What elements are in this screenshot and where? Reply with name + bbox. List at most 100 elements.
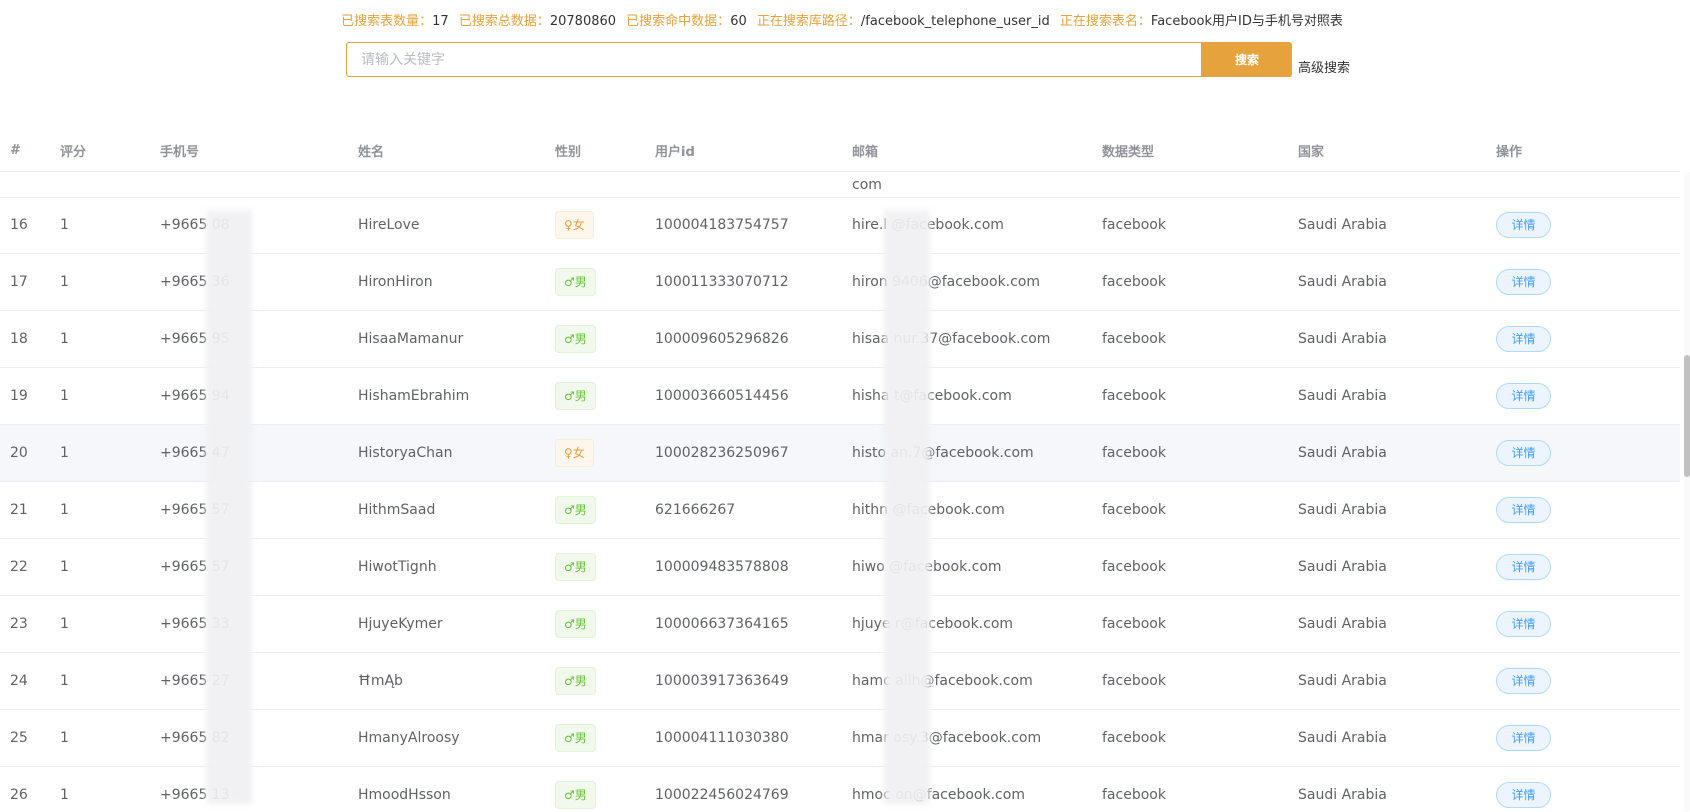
detail-button[interactable]: 详情	[1496, 668, 1551, 694]
table-row: 17 1 +9665 36 HironHiron ♂男 100011333070712 hi…	[0, 254, 1680, 311]
email-cell: hamc allh@facebook.com	[852, 673, 1033, 689]
scrollbar-thumb[interactable]	[1684, 355, 1690, 477]
table-name-value: Facebook用户ID与手机号对照表	[1150, 14, 1343, 29]
email-cell: hiron 9406@facebook.com	[852, 274, 1041, 290]
name-cell: HithmSaad	[358, 502, 436, 518]
email-cell: hisaa nur.37@facebook.com	[852, 331, 1051, 347]
gender-tag: ♂男	[555, 724, 596, 752]
gender-tag: ♂男	[555, 610, 596, 638]
detail-button[interactable]: 详情	[1496, 497, 1551, 523]
gender-tag: ♂男	[555, 553, 596, 581]
table-row: 26 1 +9665 13 HmoodHsson ♂男 100022456024769 hm…	[0, 767, 1680, 812]
country-cell: Saudi Arabia	[1298, 331, 1387, 347]
email-cell: hmar osy.3@facebook.com	[852, 730, 1042, 746]
tables-count-value: 17	[432, 14, 449, 29]
name-cell: HireLove	[358, 217, 420, 233]
table-body: com 16 1 +9665 08 HireLove ♀女 100004183754757…	[0, 172, 1680, 812]
detail-button[interactable]: 详情	[1496, 326, 1551, 352]
col-header-index[interactable]: #	[10, 143, 21, 158]
datatype-cell: facebook	[1102, 502, 1166, 518]
name-cell: HisaaMamanur	[358, 331, 464, 347]
index-cell: 19	[10, 388, 28, 404]
search-input[interactable]	[346, 42, 1202, 77]
col-header-country[interactable]: 国家	[1298, 141, 1324, 160]
score-cell: 1	[60, 502, 69, 518]
country-cell: Saudi Arabia	[1298, 274, 1387, 290]
name-cell: HishamEbrahim	[358, 388, 470, 404]
score-cell: 1	[60, 388, 69, 404]
datatype-cell: facebook	[1102, 559, 1166, 575]
index-cell: 20	[10, 445, 28, 461]
detail-button[interactable]: 详情	[1496, 383, 1551, 409]
country-cell: Saudi Arabia	[1298, 217, 1387, 233]
country-cell: Saudi Arabia	[1298, 502, 1387, 518]
col-header-name[interactable]: 姓名	[358, 141, 384, 160]
email-cell: com	[852, 177, 882, 193]
name-cell: ĦmĄb	[358, 673, 403, 689]
table-row: 16 1 +9665 08 HireLove ♀女 100004183754757 hire…	[0, 197, 1680, 254]
hits-value: 60	[730, 14, 747, 29]
detail-button[interactable]: 详情	[1496, 611, 1551, 637]
name-cell: HmanyAlroosy	[358, 730, 460, 746]
col-header-action[interactable]: 操作	[1496, 141, 1522, 160]
userid-cell: 100009605296826	[655, 331, 789, 347]
index-cell: 26	[10, 787, 28, 803]
name-cell: HiwotTignh	[358, 559, 437, 575]
name-cell: HjuyeKymer	[358, 616, 443, 632]
index-cell: 23	[10, 616, 28, 632]
col-header-userid[interactable]: 用户id	[655, 141, 695, 160]
index-cell: 18	[10, 331, 28, 347]
col-header-gender[interactable]: 性别	[555, 141, 581, 160]
userid-cell: 100003917363649	[655, 673, 789, 689]
col-header-score[interactable]: 评分	[60, 141, 86, 160]
table-name-label: 正在搜索表名：	[1059, 14, 1151, 29]
email-cell: hjuye r@facebook.com	[852, 616, 1014, 632]
col-header-email[interactable]: 邮箱	[852, 141, 878, 160]
index-cell: 21	[10, 502, 28, 518]
detail-button[interactable]: 详情	[1496, 725, 1551, 751]
score-cell: 1	[60, 445, 69, 461]
score-cell: 1	[60, 673, 69, 689]
col-header-phone[interactable]: 手机号	[160, 141, 199, 160]
search-button[interactable]: 搜索	[1202, 42, 1292, 77]
detail-button[interactable]: 详情	[1496, 212, 1551, 238]
detail-button[interactable]: 详情	[1496, 269, 1551, 295]
country-cell: Saudi Arabia	[1298, 730, 1387, 746]
gender-tag: ♂男	[555, 325, 596, 353]
country-cell: Saudi Arabia	[1298, 673, 1387, 689]
gender-tag: ♂男	[555, 382, 596, 410]
score-cell: 1	[60, 730, 69, 746]
table-row: 21 1 +9665 57 HithmSaad ♂男 621666267 hithn @fa…	[0, 482, 1680, 539]
country-cell: Saudi Arabia	[1298, 787, 1387, 803]
detail-button[interactable]: 详情	[1496, 554, 1551, 580]
detail-button[interactable]: 详情	[1496, 440, 1551, 466]
tables-count-label: 已搜索表数量：	[341, 14, 433, 29]
userid-cell: 621666267	[655, 502, 736, 518]
detail-button[interactable]: 详情	[1496, 782, 1551, 808]
country-cell: Saudi Arabia	[1298, 559, 1387, 575]
gender-tag: ♂男	[555, 667, 596, 695]
userid-cell: 100011333070712	[655, 274, 789, 290]
email-cell: hisha t@facebook.com	[852, 388, 1012, 404]
table-header: # 评分 手机号 姓名 性别 用户id 邮箱 数据类型 国家 操作	[0, 130, 1680, 172]
datatype-cell: facebook	[1102, 673, 1166, 689]
datatype-cell: facebook	[1102, 217, 1166, 233]
col-header-datatype[interactable]: 数据类型	[1102, 141, 1154, 160]
index-cell: 17	[10, 274, 28, 290]
userid-cell: 100022456024769	[655, 787, 789, 803]
gender-tag: ♂男	[555, 496, 596, 524]
hits-label: 已搜索命中数据：	[626, 14, 731, 29]
table-row: 24 1 +9665 27 ĦmĄb ♂男 100003917363649 hamc all…	[0, 653, 1680, 710]
results-table: # 评分 手机号 姓名 性别 用户id 邮箱 数据类型 国家 操作 com 16…	[0, 130, 1680, 809]
gender-tag: ♂男	[555, 781, 596, 809]
datatype-cell: facebook	[1102, 787, 1166, 803]
email-redaction	[884, 210, 930, 804]
table-row: 18 1 +9665 95 HisaaMamanur ♂男 100009605296826…	[0, 311, 1680, 368]
index-cell: 24	[10, 673, 28, 689]
userid-cell: 100006637364165	[655, 616, 789, 632]
gender-tag: ♂男	[555, 268, 596, 296]
vertical-scrollbar[interactable]	[1684, 172, 1690, 811]
total-data-label: 已搜索总数据：	[458, 14, 550, 29]
name-cell: HironHiron	[358, 274, 433, 290]
advanced-search-link[interactable]: 高级搜索	[1298, 57, 1350, 76]
